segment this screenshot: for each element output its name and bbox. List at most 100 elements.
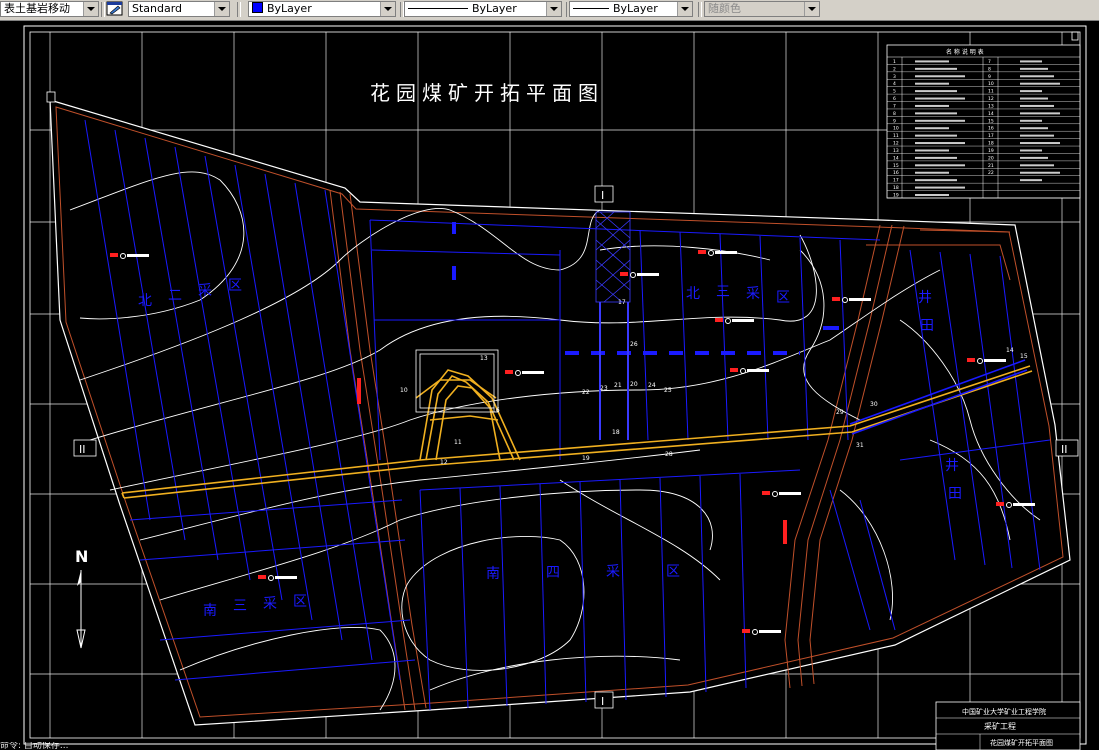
north-arrow-label: N	[75, 547, 88, 566]
legend-entry-text	[915, 134, 957, 137]
title-block-school: 中国矿业大学矿业工程学院	[962, 707, 1046, 716]
point-label: 13	[480, 355, 488, 362]
legend-entry-text	[915, 194, 949, 196]
point-label: 11	[454, 439, 462, 446]
legend-entry-text	[1020, 134, 1054, 137]
legend-number: 3	[893, 74, 896, 80]
text-style-dropdown[interactable]: Standard	[128, 1, 230, 17]
legend-number: 20	[988, 155, 994, 161]
legend-entry-text	[1020, 82, 1060, 85]
legend-entry-text	[915, 127, 949, 130]
toolbar-separator	[237, 2, 241, 17]
legend-number: 10	[893, 126, 899, 132]
point-label: 24	[648, 382, 656, 389]
point-label: 25	[664, 387, 672, 394]
legend-number: 21	[988, 163, 994, 169]
point-label: 23	[600, 385, 608, 392]
linetype-dropdown[interactable]: ByLayer	[404, 1, 562, 17]
color-value: ByLayer	[267, 2, 312, 15]
point-label: 20	[630, 381, 638, 388]
text-style-manager-icon[interactable]	[106, 1, 124, 17]
region-south-four-1: 南	[486, 566, 500, 582]
drawing-canvas[interactable]: 花园煤矿开拓平面图 I I II II 北 二 采 区 北 三 采 区 南 三 …	[0, 20, 1099, 750]
command-line[interactable]: 命令: 自动保存...	[0, 742, 200, 750]
point-label: 30	[870, 401, 878, 408]
legend-number: 16	[988, 126, 994, 132]
chevron-down-icon[interactable]	[677, 2, 692, 16]
legend-number: 17	[988, 133, 994, 139]
legend-number: 13	[988, 103, 994, 109]
legend-number: 19	[893, 193, 899, 199]
lineweight-dropdown[interactable]: ByLayer	[569, 1, 693, 17]
region-east-bottom-1: 井	[945, 458, 959, 474]
region-north-two-2: 二	[168, 288, 182, 304]
legend-number: 1	[893, 59, 896, 65]
region-south-four-2: 四	[546, 565, 560, 581]
chevron-down-icon[interactable]	[804, 2, 819, 16]
point-label: 26	[630, 341, 638, 348]
legend-entry-text	[1020, 60, 1042, 63]
legend-entry-text	[1020, 67, 1048, 70]
chevron-down-icon[interactable]	[214, 2, 229, 16]
point-label: 12	[440, 459, 448, 466]
legend-entry-text	[915, 104, 949, 107]
legend-number: 16	[893, 170, 899, 176]
legend-entry-text	[915, 67, 957, 70]
toolbar-separator	[101, 2, 105, 17]
legend-entry-text	[1020, 112, 1060, 115]
point-label: 18	[612, 429, 620, 436]
chevron-down-icon[interactable]	[546, 2, 561, 16]
legend-entry-text	[1020, 97, 1048, 100]
plot-style-dropdown[interactable]: 随颜色	[704, 1, 820, 17]
legend-entry-text	[915, 112, 957, 115]
lineweight-sample-icon	[573, 8, 609, 9]
point-label: 10	[400, 387, 408, 394]
section-label-bottom: I	[601, 695, 604, 708]
region-east-bottom-2: 田	[948, 486, 962, 502]
legend-entry-text	[915, 75, 965, 78]
legend-number: 8	[988, 66, 991, 72]
legend-number: 4	[893, 81, 896, 87]
legend-number: 12	[893, 141, 899, 147]
title-block: 中国矿业大学矿业工程学院 采矿工程 花园煤矿开拓平面图	[935, 701, 1081, 750]
region-north-two-1: 北	[138, 293, 152, 309]
region-south-four-4: 区	[666, 564, 680, 580]
region-south-four-3: 采	[606, 564, 620, 580]
legend-number: 22	[988, 170, 994, 176]
legend-number: 11	[988, 89, 994, 95]
legend-entry-text	[915, 179, 957, 182]
legend-number: 17	[893, 178, 899, 184]
region-north-three-2: 三	[716, 284, 730, 300]
legend-entry-text	[1020, 127, 1048, 130]
region-north-three-1: 北	[686, 286, 700, 302]
legend-number: 9	[893, 118, 896, 124]
legend-entry-text	[915, 186, 965, 189]
legend-table: 名 称 说 明 表 1 72 83 94 105 116 127 138 149 1510 1611…	[886, 44, 1081, 199]
legend-number: 14	[893, 155, 899, 161]
legend-number: 2	[893, 66, 896, 72]
chevron-down-icon[interactable]	[380, 2, 395, 16]
legend-number: 5	[893, 89, 896, 95]
legend-number: 19	[988, 148, 994, 154]
legend-entry-text	[915, 97, 965, 100]
legend-number: 8	[893, 111, 896, 117]
legend-entry-text	[1020, 142, 1060, 145]
linetype-value: ByLayer	[472, 2, 517, 15]
section-label-left: II	[79, 443, 86, 456]
region-north-two-4: 区	[228, 278, 242, 294]
lineweight-value: ByLayer	[613, 2, 658, 15]
legend-entry-text	[915, 60, 949, 63]
text-style-value: Standard	[132, 2, 183, 15]
color-dropdown[interactable]: ByLayer	[248, 1, 396, 17]
point-label: 14	[1006, 347, 1014, 354]
section-label-right: II	[1061, 443, 1068, 456]
legend-entry-text	[915, 82, 949, 85]
legend-entry-text	[1020, 75, 1054, 78]
region-east-top-2: 田	[920, 318, 934, 334]
legend-number: 15	[893, 163, 899, 169]
chevron-down-icon[interactable]	[83, 2, 98, 16]
point-label: 28	[665, 451, 673, 458]
layer-dropdown[interactable]: 表土基岩移动	[0, 1, 99, 17]
region-south-three-2: 三	[233, 598, 247, 614]
legend-entry-text	[915, 164, 965, 167]
